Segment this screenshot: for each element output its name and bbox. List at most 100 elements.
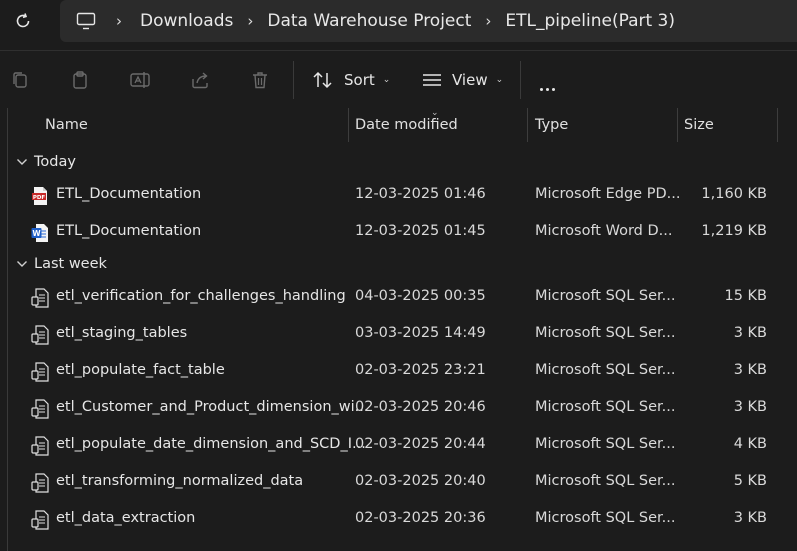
file-date: 02-03-2025 23:21 — [355, 362, 486, 378]
file-name: etl_transforming_normalized_data — [56, 473, 304, 489]
breadcrumb[interactable]: › Downloads › Data Warehouse Project › E… — [60, 0, 797, 42]
file-date: 03-03-2025 14:49 — [355, 325, 486, 341]
file-row[interactable]: W ETL_Documentation 12-03-2025 01:45 Mic… — [0, 214, 797, 251]
file-size: 3 KB — [733, 362, 767, 378]
group-header-today[interactable]: Today — [16, 151, 76, 173]
word-file-icon: W — [31, 224, 48, 242]
sql-file-icon — [31, 362, 49, 382]
chevron-right-icon[interactable]: › — [98, 12, 140, 30]
refresh-icon — [16, 13, 30, 28]
sort-label: Sort — [344, 71, 375, 89]
trash-icon — [253, 72, 267, 89]
file-name: etl_populate_fact_table — [56, 362, 225, 378]
file-size: 3 KB — [733, 325, 767, 341]
column-type[interactable]: Type — [535, 117, 568, 133]
group-label: Last week — [34, 256, 107, 272]
column-name[interactable]: Name — [45, 117, 88, 133]
chevron-down-icon: ⌄ — [382, 75, 391, 85]
file-name: etl_data_extraction — [56, 510, 196, 526]
file-row[interactable]: PDF ETL_Documentation 12-03-2025 01:46 M… — [0, 177, 797, 214]
chevron-down-icon: ⌄ — [495, 75, 504, 85]
more-dots-icon — [540, 88, 543, 91]
copy-icon — [13, 72, 27, 88]
sort-button[interactable]: Sort ⌄ — [312, 68, 390, 92]
file-size: 5 KB — [733, 473, 767, 489]
file-name: etl_staging_tables — [56, 325, 188, 341]
file-type: Microsoft Word D... — [535, 223, 673, 239]
sql-file-icon — [31, 473, 49, 493]
file-date: 04-03-2025 00:35 — [355, 288, 486, 304]
chevron-down-icon — [16, 260, 30, 268]
share-icon — [192, 72, 208, 89]
column-size[interactable]: Size — [684, 117, 714, 133]
file-date: 02-03-2025 20:36 — [355, 510, 486, 526]
toolbar-separator — [520, 61, 521, 99]
svg-text:PDF: PDF — [33, 195, 46, 201]
paste-icon — [73, 71, 87, 89]
file-type: Microsoft SQL Ser... — [535, 288, 676, 304]
file-type: Microsoft SQL Ser... — [535, 362, 676, 378]
more-options-button[interactable] — [540, 79, 558, 95]
file-size: 3 KB — [733, 510, 767, 526]
file-date: 12-03-2025 01:46 — [355, 186, 486, 202]
file-name: ETL_Documentation — [56, 223, 202, 239]
breadcrumb-etl-pipeline[interactable]: ETL_pipeline(Part 3) — [505, 11, 675, 31]
copy-button[interactable] — [9, 69, 31, 91]
file-type: Microsoft Edge PD... — [535, 186, 681, 202]
file-row[interactable]: etl_data_extraction 02-03-2025 20:36 Mic… — [0, 501, 797, 538]
group-header-last-week[interactable]: Last week — [16, 253, 107, 275]
file-size: 4 KB — [733, 436, 767, 452]
file-type: Microsoft SQL Ser... — [535, 510, 676, 526]
file-date: 12-03-2025 01:45 — [355, 223, 486, 239]
file-row[interactable]: etl_staging_tables 03-03-2025 14:49 Micr… — [0, 316, 797, 353]
file-type: Microsoft SQL Ser... — [535, 436, 676, 452]
sql-file-icon — [31, 325, 49, 345]
chevron-right-icon[interactable]: › — [233, 12, 267, 30]
view-button[interactable]: View ⌄ — [422, 68, 503, 92]
toolbar-separator — [293, 61, 294, 99]
rename-icon — [130, 72, 150, 88]
file-date: 02-03-2025 20:44 — [355, 436, 486, 452]
pdf-file-icon: PDF — [32, 187, 47, 205]
file-type: Microsoft SQL Ser... — [535, 325, 676, 341]
command-bar: Sort ⌄ View ⌄ — [0, 55, 797, 107]
this-pc-button[interactable] — [76, 12, 98, 30]
file-date: 02-03-2025 20:46 — [355, 399, 486, 415]
breadcrumb-data-warehouse-project[interactable]: Data Warehouse Project — [267, 11, 471, 31]
chevron-right-icon[interactable]: › — [471, 12, 505, 30]
file-size: 15 KB — [724, 288, 767, 304]
column-resize-handle[interactable] — [527, 108, 528, 142]
share-button[interactable] — [189, 69, 211, 91]
file-size: 1,160 KB — [701, 186, 767, 202]
rename-button[interactable] — [129, 69, 151, 91]
file-row[interactable]: etl_verification_for_challenges_handling… — [0, 279, 797, 316]
column-resize-handle[interactable] — [348, 108, 349, 142]
svg-text:W: W — [32, 229, 41, 238]
computer-icon — [76, 12, 96, 30]
file-type: Microsoft SQL Ser... — [535, 399, 676, 415]
file-row[interactable]: etl_populate_date_dimension_and_SCD_I...… — [0, 427, 797, 464]
column-resize-handle[interactable] — [777, 108, 778, 142]
sql-file-icon — [31, 288, 49, 308]
file-name: etl_verification_for_challenges_handling — [56, 288, 346, 304]
delete-button[interactable] — [249, 69, 271, 91]
sort-icon — [313, 71, 332, 89]
file-name: etl_populate_date_dimension_and_SCD_I... — [56, 436, 366, 452]
file-row[interactable]: etl_transforming_normalized_data 02-03-2… — [0, 464, 797, 501]
file-date: 02-03-2025 20:40 — [355, 473, 486, 489]
sql-file-icon — [31, 510, 49, 530]
view-label: View — [452, 71, 488, 89]
address-bar-area: › Downloads › Data Warehouse Project › E… — [0, 0, 797, 42]
column-resize-handle[interactable] — [677, 108, 678, 142]
file-size: 3 KB — [733, 399, 767, 415]
column-date-modified[interactable]: Date modified — [355, 117, 458, 133]
paste-button[interactable] — [69, 69, 91, 91]
file-name: ETL_Documentation — [56, 186, 202, 202]
file-type: Microsoft SQL Ser... — [535, 473, 676, 489]
file-row[interactable]: etl_Customer_and_Product_dimension_wi...… — [0, 390, 797, 427]
file-name: etl_Customer_and_Product_dimension_wi... — [56, 399, 369, 415]
breadcrumb-downloads[interactable]: Downloads — [140, 11, 233, 31]
refresh-button[interactable] — [10, 8, 36, 34]
file-row[interactable]: etl_populate_fact_table 02-03-2025 23:21… — [0, 353, 797, 390]
sql-file-icon — [31, 399, 49, 419]
